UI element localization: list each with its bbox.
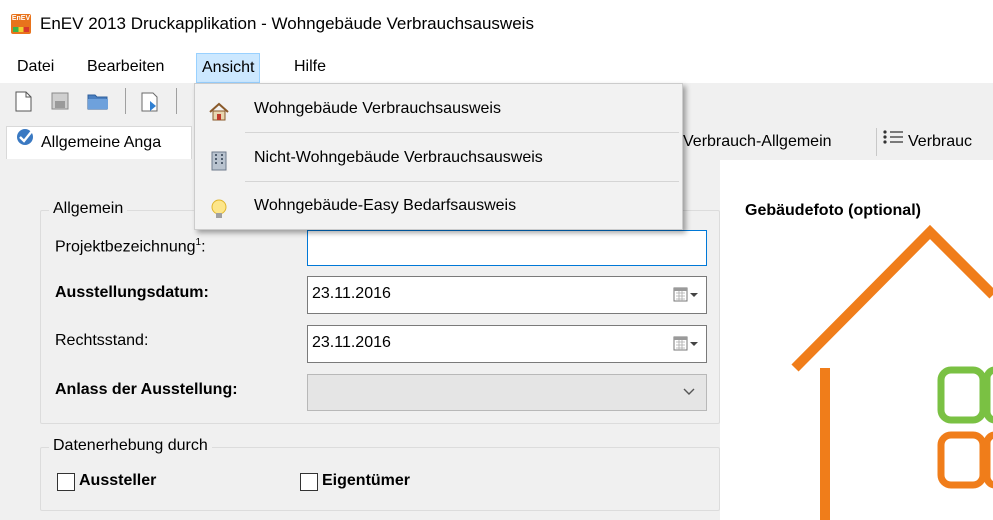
menu-item-nicht-wohngebaeude-verbrauchsausweis[interactable]: Nicht-Wohngebäude Verbrauchsausweis [195, 135, 682, 181]
window-title: EnEV 2013 Druckapplikation - Wohngebäude… [40, 14, 534, 33]
calendar-dropdown-icon[interactable] [672, 335, 700, 353]
app-icon-text: EnEV [11, 15, 31, 22]
house-icon [207, 97, 231, 121]
aussteller-checkbox[interactable] [57, 473, 75, 491]
ausstellungsdatum-field[interactable]: 23.11.2016 [307, 276, 707, 314]
lightbulb-icon [207, 194, 231, 218]
house-placeholder-image[interactable] [725, 220, 993, 520]
tab-verbrauch-allgemein-label: Verbrauch-Allgemein [683, 133, 832, 150]
menu-bearbeiten[interactable]: Bearbeiten [82, 53, 169, 81]
export-document-icon[interactable] [138, 90, 160, 112]
tab-allgemeine-label: Allgemeine Anga [41, 134, 162, 152]
rechtsstand-value: 23.11.2016 [312, 334, 391, 351]
projekt-input[interactable] [307, 230, 707, 266]
menu-hilfe[interactable]: Hilfe [289, 53, 331, 81]
ausstellungsdatum-value: 23.11.2016 [312, 285, 391, 302]
menu-item-wohngebaeude-easy-bedarfsausweis[interactable]: Wohngebäude-Easy Bedarfsausweis [195, 183, 682, 229]
chevron-down-icon [682, 384, 696, 400]
group-allgemein-legend: Allgemein [49, 200, 128, 218]
tab-verbrauch-label: Verbrauc [908, 133, 973, 151]
tab-verbrauch-allgemein[interactable]: Verbrauch-Allgemein [683, 126, 832, 158]
rechtsstand-field[interactable]: 23.11.2016 [307, 325, 707, 363]
rechtsstand-label: Rechtsstand: [55, 332, 149, 349]
save-icon[interactable] [49, 90, 71, 112]
ausstellungsdatum-label: Ausstellungsdatum: [55, 284, 209, 301]
projekt-label: Projektbezeichnung1: [55, 237, 206, 256]
checkmark-globe-icon [15, 127, 35, 159]
list-icon [882, 126, 904, 158]
menu-datei[interactable]: Datei [12, 53, 59, 81]
app-icon: EnEV [11, 14, 31, 34]
eigentuemer-checkbox[interactable] [300, 473, 318, 491]
group-datenerhebung-legend: Datenerhebung durch [49, 437, 212, 455]
menu-item-label: Wohngebäude Verbrauchsausweis [254, 100, 501, 117]
eigentuemer-label[interactable]: Eigentümer [322, 472, 410, 490]
menu-ansicht[interactable]: Ansicht [196, 53, 261, 83]
menu-item-label: Nicht-Wohngebäude Verbrauchsausweis [254, 149, 543, 166]
open-folder-icon[interactable] [86, 90, 108, 112]
tab-verbrauch[interactable]: Verbrauc [882, 126, 972, 158]
photo-panel-title: Gebäudefoto (optional) [743, 202, 923, 220]
aussteller-label[interactable]: Aussteller [79, 472, 156, 490]
tab-allgemeine-angaben[interactable]: Allgemeine Anga [6, 126, 193, 159]
anlass-select[interactable] [307, 374, 707, 411]
menu-item-wohngebaeude-verbrauchsausweis[interactable]: Wohngebäude Verbrauchsausweis [195, 86, 682, 132]
office-building-icon [207, 146, 231, 171]
ansicht-dropdown-menu: Wohngebäude Verbrauchsausweis Nicht-Wohn… [194, 83, 683, 230]
new-document-icon[interactable] [12, 90, 34, 112]
anlass-label: Anlass der Ausstellung: [55, 381, 238, 398]
calendar-dropdown-icon[interactable] [672, 286, 700, 304]
menu-item-label: Wohngebäude-Easy Bedarfsausweis [254, 197, 517, 214]
